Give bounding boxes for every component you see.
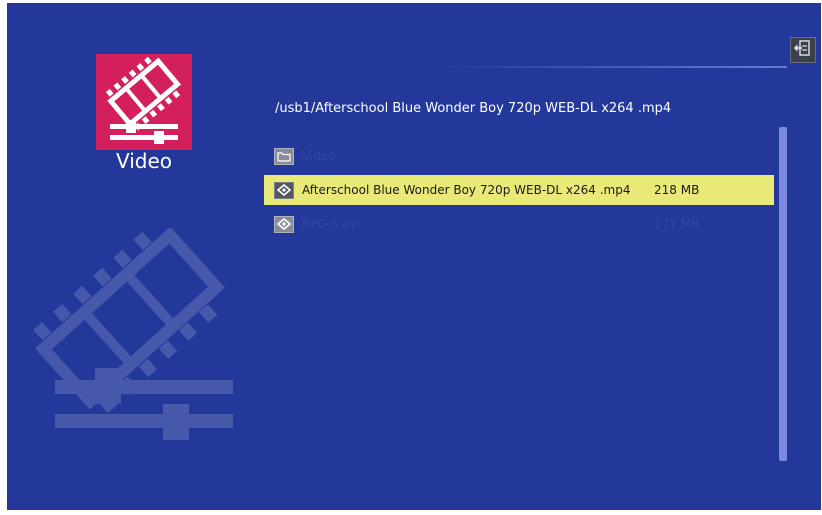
file-name: RPG 5.avi (302, 217, 360, 231)
category-label: Video (115, 149, 173, 173)
list-item-selected[interactable]: Afterschool Blue Wonder Boy 720p WEB-DL … (264, 175, 774, 205)
file-name: Afterschool Blue Wonder Boy 720p WEB-DL … (302, 183, 631, 197)
video-category-tile[interactable] (96, 54, 192, 150)
header-divider (437, 66, 787, 68)
media-player-screen: Video /usb1/Afterschool Blue Wonder Boy … (7, 3, 821, 510)
video-clip-icon (96, 54, 192, 150)
exit-button[interactable] (790, 37, 816, 63)
current-path: /usb1/Afterschool Blue Wonder Boy 720p W… (275, 101, 672, 116)
file-size: 177 MB (654, 217, 700, 231)
file-size: 218 MB (654, 183, 700, 197)
video-file-icon (274, 215, 294, 233)
folder-icon (274, 147, 294, 165)
file-list: Video Afterschool Blue Wonder Boy 720p W… (264, 141, 774, 239)
video-watermark-icon (25, 226, 235, 458)
list-item[interactable]: Video (264, 141, 774, 171)
file-name: Video (302, 149, 336, 163)
scrollbar[interactable] (779, 127, 787, 461)
list-item[interactable]: RPG 5.avi 177 MB (264, 209, 774, 239)
exit-icon (793, 39, 812, 61)
video-file-icon (274, 181, 294, 199)
